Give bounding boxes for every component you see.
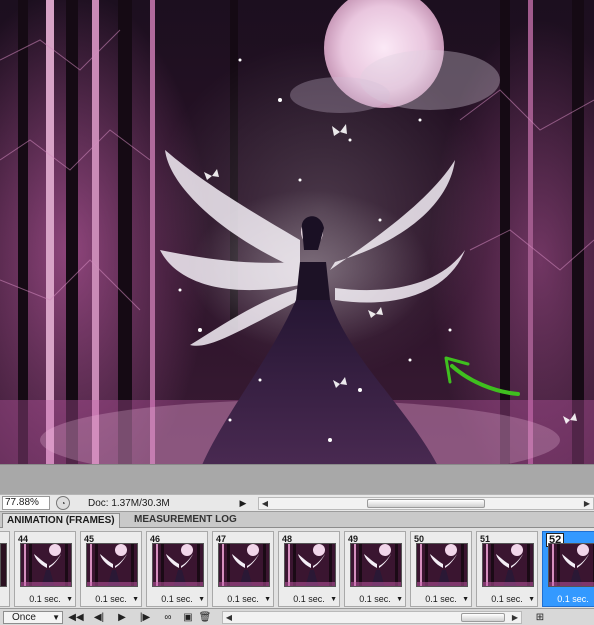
next-frame-icon[interactable]: |▶: [135, 610, 155, 624]
play-icon[interactable]: ▶: [112, 610, 132, 624]
panel-tab-bar: ANIMATION (FRAMES) MEASUREMENT LOG: [0, 512, 594, 528]
chevron-down-icon: ▼: [396, 596, 403, 603]
animation-frame[interactable]: 44 0.1 sec. ▼: [14, 531, 76, 607]
animation-frame-partial[interactable]: [0, 531, 10, 607]
zoom-icon[interactable]: ◔: [56, 496, 70, 510]
frame-thumbnail: [284, 543, 336, 587]
tab-measurement-log[interactable]: MEASUREMENT LOG: [130, 513, 241, 528]
first-frame-icon[interactable]: ◀◀: [66, 610, 86, 624]
panel-mode-icon[interactable]: ⊞: [530, 610, 550, 624]
frame-thumbnail: [0, 543, 7, 587]
frame-thumbnail: [416, 543, 468, 587]
delete-frame-icon[interactable]: 🗑: [198, 610, 212, 624]
chevron-down-icon: ▼: [52, 612, 60, 622]
scrollbar-thumb[interactable]: [367, 499, 485, 508]
scroll-left-icon[interactable]: ◀: [259, 498, 271, 509]
animation-frame[interactable]: 50 0.1 sec. ▼: [410, 531, 472, 607]
frame-thumbnail: [20, 543, 72, 587]
frame-thumbnail: [548, 543, 594, 587]
chevron-down-icon: ▼: [462, 596, 469, 603]
chevron-down-icon: ▼: [330, 596, 337, 603]
chevron-down-icon: ▼: [264, 596, 271, 603]
animation-frame[interactable]: 47 0.1 sec. ▼: [212, 531, 274, 607]
animation-frame[interactable]: 46 0.1 sec. ▼: [146, 531, 208, 607]
frame-thumbnail: [152, 543, 204, 587]
zoom-level-field[interactable]: 77.88%: [2, 496, 50, 510]
tween-icon[interactable]: ∞: [158, 610, 178, 624]
canvas-pasteboard: [0, 464, 594, 494]
animation-frame[interactable]: 48 0.1 sec. ▼: [278, 531, 340, 607]
chevron-down-icon: ▼: [528, 596, 535, 603]
animation-frame[interactable]: 51 0.1 sec. ▼: [476, 531, 538, 607]
loop-options-select[interactable]: Once ▼: [3, 610, 63, 624]
previous-frame-icon[interactable]: ◀|: [89, 610, 109, 624]
fairy-artwork-image: [0, 0, 594, 470]
animation-frame[interactable]: 49 0.1 sec. ▼: [344, 531, 406, 607]
status-bar: 77.88% ◔ Doc: 1.37M/30.3M ▶ ◀ ▶: [0, 494, 594, 512]
chevron-down-icon: ▼: [132, 596, 139, 603]
chevron-down-icon: ▼: [66, 596, 73, 603]
frames-scrollbar-thumb[interactable]: [461, 612, 505, 622]
menu-arrow-icon[interactable]: ▶: [238, 496, 248, 510]
tab-animation-frames[interactable]: ANIMATION (FRAMES): [2, 513, 120, 528]
scroll-left-icon[interactable]: ◀: [223, 612, 235, 623]
animation-frame[interactable]: 45 0.1 sec. ▼: [80, 531, 142, 607]
frame-delay-select[interactable]: 0.1 sec.: [543, 594, 594, 604]
document-size-info: Doc: 1.37M/30.3M: [88, 497, 170, 509]
frame-thumbnail: [350, 543, 402, 587]
frame-thumbnail: [482, 543, 534, 587]
horizontal-scrollbar[interactable]: ◀ ▶: [258, 497, 594, 510]
scroll-right-icon[interactable]: ▶: [581, 498, 593, 509]
frame-thumbnail: [218, 543, 270, 587]
duplicate-frame-icon[interactable]: ▣: [181, 610, 195, 624]
animation-toolbar: Once ▼ ◀◀ ◀| ▶ |▶ ∞ ▣ 🗑 ◀ ▶ ⊞: [0, 608, 594, 625]
frames-scrollbar[interactable]: ◀ ▶: [222, 610, 522, 624]
animation-frame[interactable]: 520.1 sec.▼: [542, 531, 594, 607]
chevron-down-icon: ▼: [198, 596, 205, 603]
document-canvas[interactable]: [0, 0, 594, 470]
loop-options-value: Once: [12, 611, 36, 623]
animation-frames-strip: 44 0.1 sec. ▼ 45 0.1 sec. ▼ 46 0.1 sec. ▼ 47 0.1 s…: [0, 528, 594, 608]
frame-thumbnail: [86, 543, 138, 587]
scroll-right-icon[interactable]: ▶: [509, 612, 521, 623]
